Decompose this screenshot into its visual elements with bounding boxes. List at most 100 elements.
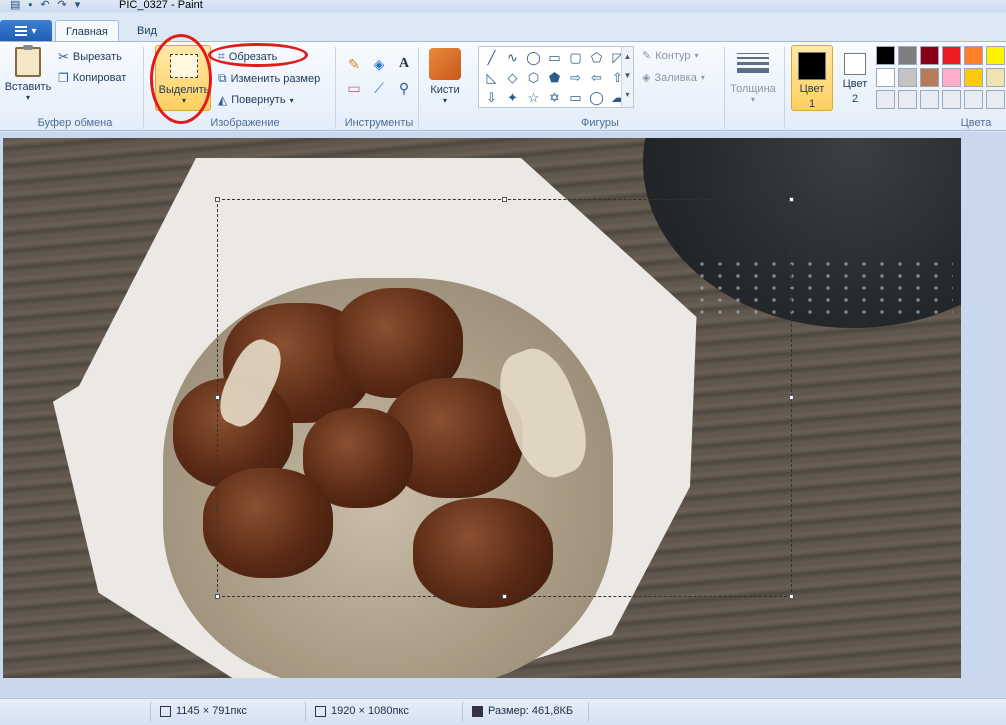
quick-access-toolbar: ▤ ▪ ↶ ↷ ▾ <box>10 0 80 12</box>
app-menu-icon[interactable]: ▤ <box>10 0 20 11</box>
shape-item[interactable]: ╱ <box>482 49 501 67</box>
palette-swatch[interactable] <box>876 90 895 109</box>
palette-swatch[interactable] <box>898 90 917 109</box>
shape-item[interactable]: ☆ <box>524 89 543 107</box>
shape-item[interactable]: ∿ <box>503 49 522 67</box>
palette-swatch[interactable] <box>920 90 939 109</box>
palette-swatch[interactable] <box>986 46 1005 65</box>
file-size-text: Размер: 461,8КБ <box>488 705 574 717</box>
cut-label: Вырезать <box>72 51 122 63</box>
palette-swatch[interactable] <box>898 46 917 65</box>
selection-handle[interactable] <box>502 197 507 202</box>
palette-swatch[interactable] <box>876 68 895 87</box>
shape-item[interactable]: ⬟ <box>545 69 564 87</box>
window-title: PIC_0327 - Paint <box>119 0 203 11</box>
palette-swatch[interactable] <box>920 46 939 65</box>
color1-swatch <box>798 52 826 80</box>
save-icon[interactable]: ▪ <box>28 0 32 11</box>
paste-button[interactable]: Вставить ▾ <box>5 45 51 102</box>
selection-rectangle[interactable] <box>215 197 794 599</box>
shapes-group-label: Фигуры <box>581 117 619 129</box>
resize-button[interactable]: ⧉ Изменить размер <box>218 71 320 86</box>
rotate-button[interactable]: ◭ Повернуть ▾ <box>218 93 294 107</box>
color-picker-icon[interactable]: ⟋ <box>368 78 390 98</box>
shape-item[interactable]: ⇦ <box>587 69 606 87</box>
tab-view[interactable]: Вид <box>127 20 167 42</box>
redo-icon[interactable]: ↷ <box>58 0 67 11</box>
image-size-text: 1920 × 1080пкс <box>331 705 409 717</box>
status-bar: 1145 × 791пкс 1920 × 1080пкс Размер: 461… <box>0 698 1006 725</box>
brushes-button[interactable]: Кисти ▾ <box>425 46 465 108</box>
pencil-icon[interactable]: ✎ <box>343 54 365 74</box>
palette-swatch[interactable] <box>898 68 917 87</box>
image-size: 1920 × 1080пкс <box>315 705 409 717</box>
selection-handle[interactable] <box>789 197 794 202</box>
brush-icon <box>429 48 461 80</box>
cut-button[interactable]: ✂ Вырезать <box>58 49 122 65</box>
selection-size-text: 1145 × 791пкс <box>176 705 247 717</box>
color1-button[interactable]: Цвет 1 <box>791 45 833 111</box>
shape-item[interactable]: ⬡ <box>524 69 543 87</box>
color2-button[interactable]: Цвет 2 <box>834 45 876 111</box>
color2-swatch <box>844 53 866 75</box>
selection-handle[interactable] <box>789 594 794 599</box>
resize-icon: ⧉ <box>218 71 227 85</box>
shape-item[interactable]: ⇩ <box>482 89 501 107</box>
shape-item[interactable]: ▭ <box>545 49 564 67</box>
color2-label-line1: Цвет <box>842 78 868 90</box>
selection-handle[interactable] <box>502 594 507 599</box>
fill-bucket-icon: ◈ <box>642 72 651 84</box>
shape-item[interactable]: ⬠ <box>587 49 606 67</box>
copy-label: Копироват <box>72 72 127 84</box>
palette-swatch[interactable] <box>876 46 895 65</box>
fill-button[interactable]: ◈ Заливка ▾ <box>642 71 705 85</box>
group-separator <box>784 47 785 129</box>
palette-swatch[interactable] <box>920 68 939 87</box>
outline-button[interactable]: ✎ Контур ▾ <box>642 49 699 63</box>
selection-handle[interactable] <box>215 197 220 202</box>
fill-icon[interactable]: ◈ <box>368 54 390 74</box>
shape-item[interactable]: ◇ <box>503 69 522 87</box>
canvas-area[interactable] <box>0 132 1006 698</box>
dropdown-icon[interactable]: ▾ <box>75 0 81 11</box>
rotate-label: Повернуть <box>231 94 286 106</box>
color1-label-line2: 1 <box>808 98 816 110</box>
palette-swatch[interactable] <box>942 46 961 65</box>
palette-swatch[interactable] <box>964 46 983 65</box>
text-icon[interactable]: A <box>393 54 415 74</box>
file-size: Размер: 461,8КБ <box>472 705 573 717</box>
palette-swatch[interactable] <box>986 90 1005 109</box>
thickness-button[interactable]: Толщина ▾ <box>728 83 778 104</box>
shape-item[interactable]: ◺ <box>482 69 501 87</box>
shape-item[interactable]: ◯ <box>524 49 543 67</box>
shape-item[interactable]: ✡ <box>545 89 564 107</box>
thickness-label: Толщина <box>730 83 776 95</box>
shape-item[interactable]: ▭ <box>566 89 585 107</box>
shape-item[interactable]: ✦ <box>503 89 522 107</box>
palette-swatch[interactable] <box>986 68 1005 87</box>
palette-swatch[interactable] <box>964 68 983 87</box>
shape-item[interactable]: ◯ <box>587 89 606 107</box>
palette-swatch[interactable] <box>942 90 961 109</box>
clipboard-group-label: Буфер обмена <box>37 117 113 129</box>
thickness-icon[interactable] <box>737 53 769 76</box>
palette-swatch[interactable] <box>942 68 961 87</box>
selection-handle[interactable] <box>215 395 220 400</box>
shape-item[interactable]: ⇨ <box>566 69 585 87</box>
eraser-icon[interactable]: ▭ <box>343 78 365 98</box>
selection-handle[interactable] <box>215 594 220 599</box>
menu-icon <box>15 26 28 36</box>
selection-handle[interactable] <box>789 395 794 400</box>
status-separator <box>305 702 306 722</box>
status-separator <box>462 702 463 722</box>
brushes-label: Кисти <box>430 84 460 96</box>
shapes-grid: ╱ ∿ ◯ ▭ ▢ ⬠ ◸ ◺ ◇ ⬡ ⬟ ⇨ ⇦ ⇧ ⇩ ✦ ☆ ✡ ▭ ◯ ☁ <box>482 49 627 107</box>
file-menu-button[interactable]: ▾ <box>0 20 52 42</box>
copy-button[interactable]: ❐ Копироват <box>58 71 126 85</box>
shapes-scrollbar[interactable]: ▲ ▼ ▾ <box>621 47 633 107</box>
shape-item[interactable]: ▢ <box>566 49 585 67</box>
undo-icon[interactable]: ↶ <box>40 0 49 11</box>
magnifier-icon[interactable]: ⚲ <box>393 78 415 98</box>
palette-swatch[interactable] <box>964 90 983 109</box>
tab-home[interactable]: Главная <box>55 20 119 42</box>
